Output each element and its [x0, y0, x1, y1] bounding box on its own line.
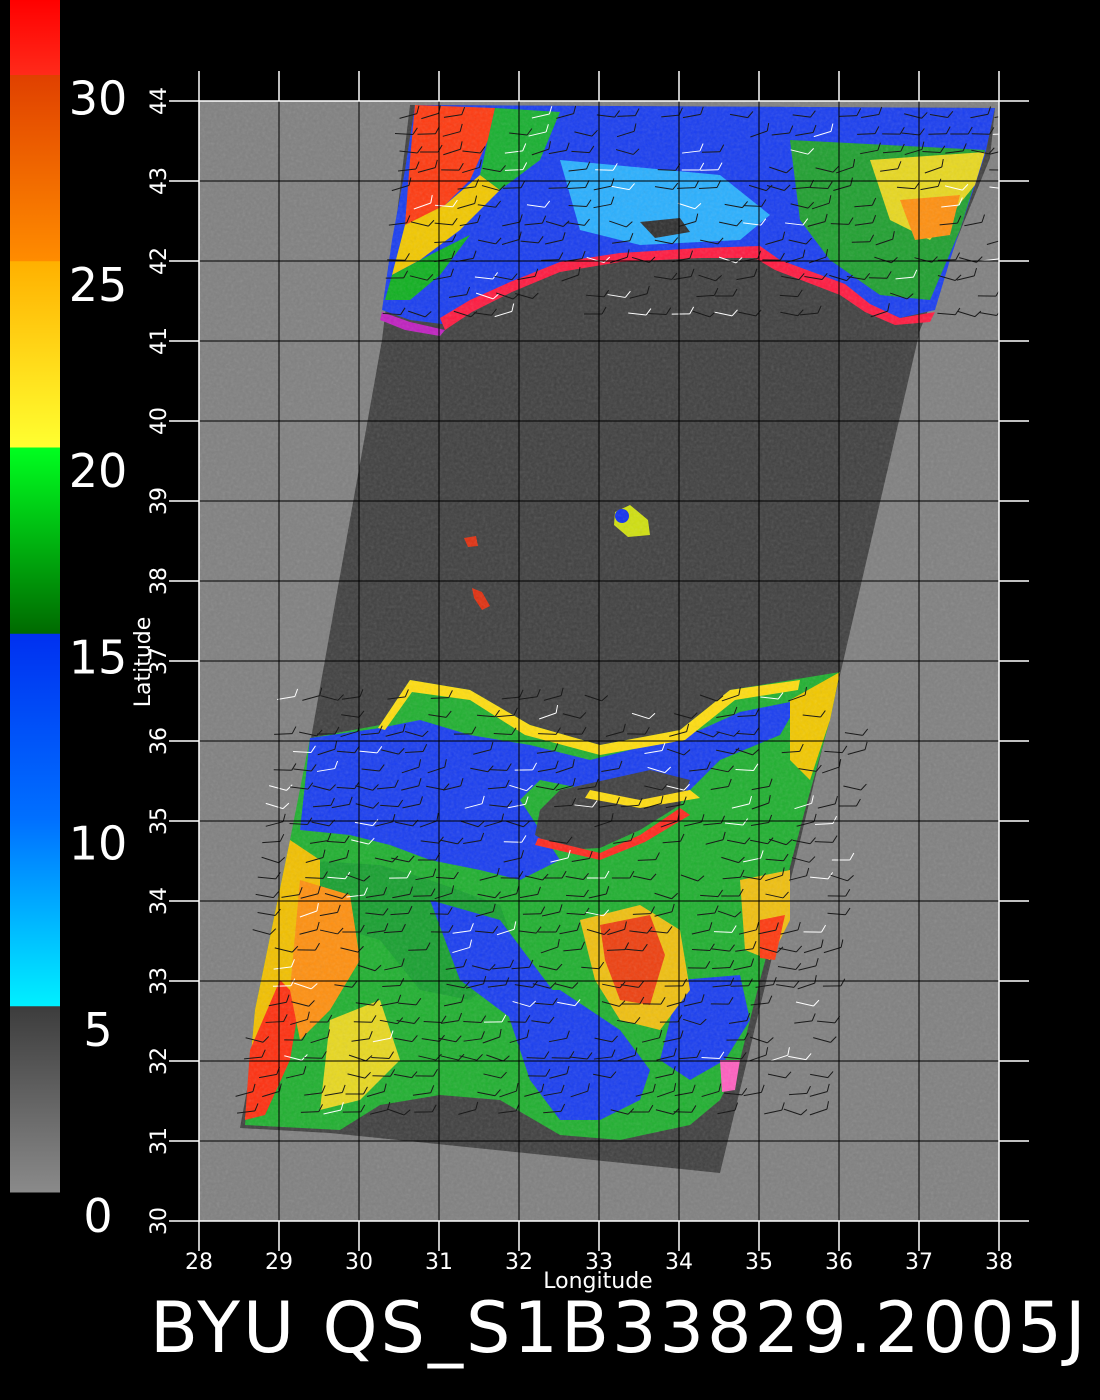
y-tick-label: 43: [147, 167, 172, 195]
y-tick-label: 30: [147, 1207, 172, 1235]
colorbar-band: [10, 74, 60, 262]
colorbar-label: 20: [69, 444, 128, 498]
x-tick-label: 32: [505, 1250, 533, 1275]
colorbar-label: 10: [69, 817, 128, 871]
x-tick-label: 29: [265, 1250, 293, 1275]
x-tick-label: 37: [905, 1250, 933, 1275]
colorbar: 0 5 10 15 20 25 30: [10, 0, 127, 1243]
colorbar-bands: [10, 0, 60, 1193]
y-tick-label: 32: [147, 1047, 172, 1075]
colorbar-label: 5: [83, 1003, 112, 1057]
y-tick-label: 35: [147, 807, 172, 835]
x-tick-label: 38: [985, 1250, 1013, 1275]
y-tick-label: 31: [147, 1127, 172, 1155]
colorbar-band: [10, 633, 60, 820]
y-axis-label: Latitude: [131, 617, 156, 708]
colorbar-label: 0: [83, 1189, 112, 1243]
x-tick-label: 35: [745, 1250, 773, 1275]
colorbar-band: [10, 1005, 60, 1193]
colorbar-band: [10, 260, 60, 448]
map-figure: 0 5 10 15 20 25 30 28 29 30 31 32 33 34 35 36 …: [10, 0, 1089, 1369]
x-tick-label: 36: [825, 1250, 853, 1275]
y-tick-label: 40: [147, 407, 172, 435]
colorbar-label: 25: [69, 258, 128, 312]
y-tick-label: 39: [147, 487, 172, 515]
colorbar-label: 30: [69, 72, 128, 126]
figure-title: BYU QS_S1B33829.2005J: [150, 1287, 1089, 1369]
y-tick-label: 44: [147, 87, 172, 115]
x-tick-label: 31: [425, 1250, 453, 1275]
x-tick-label: 34: [665, 1250, 693, 1275]
colorbar-label: 15: [69, 630, 128, 684]
x-tick-label: 30: [345, 1250, 373, 1275]
x-tick-label: 28: [185, 1250, 213, 1275]
colorbar-labels: 0 5 10 15 20 25 30: [69, 72, 128, 1244]
colorbar-band: [10, 819, 60, 1007]
y-tick-label: 36: [147, 727, 172, 755]
y-tick-label: 34: [147, 887, 172, 915]
y-tick-label: 41: [147, 327, 172, 355]
y-tick-label: 38: [147, 567, 172, 595]
y-tick-label: 42: [147, 247, 172, 275]
y-tick-label: 33: [147, 967, 172, 995]
colorbar-band: [10, 447, 60, 634]
colorbar-band: [10, 0, 60, 75]
